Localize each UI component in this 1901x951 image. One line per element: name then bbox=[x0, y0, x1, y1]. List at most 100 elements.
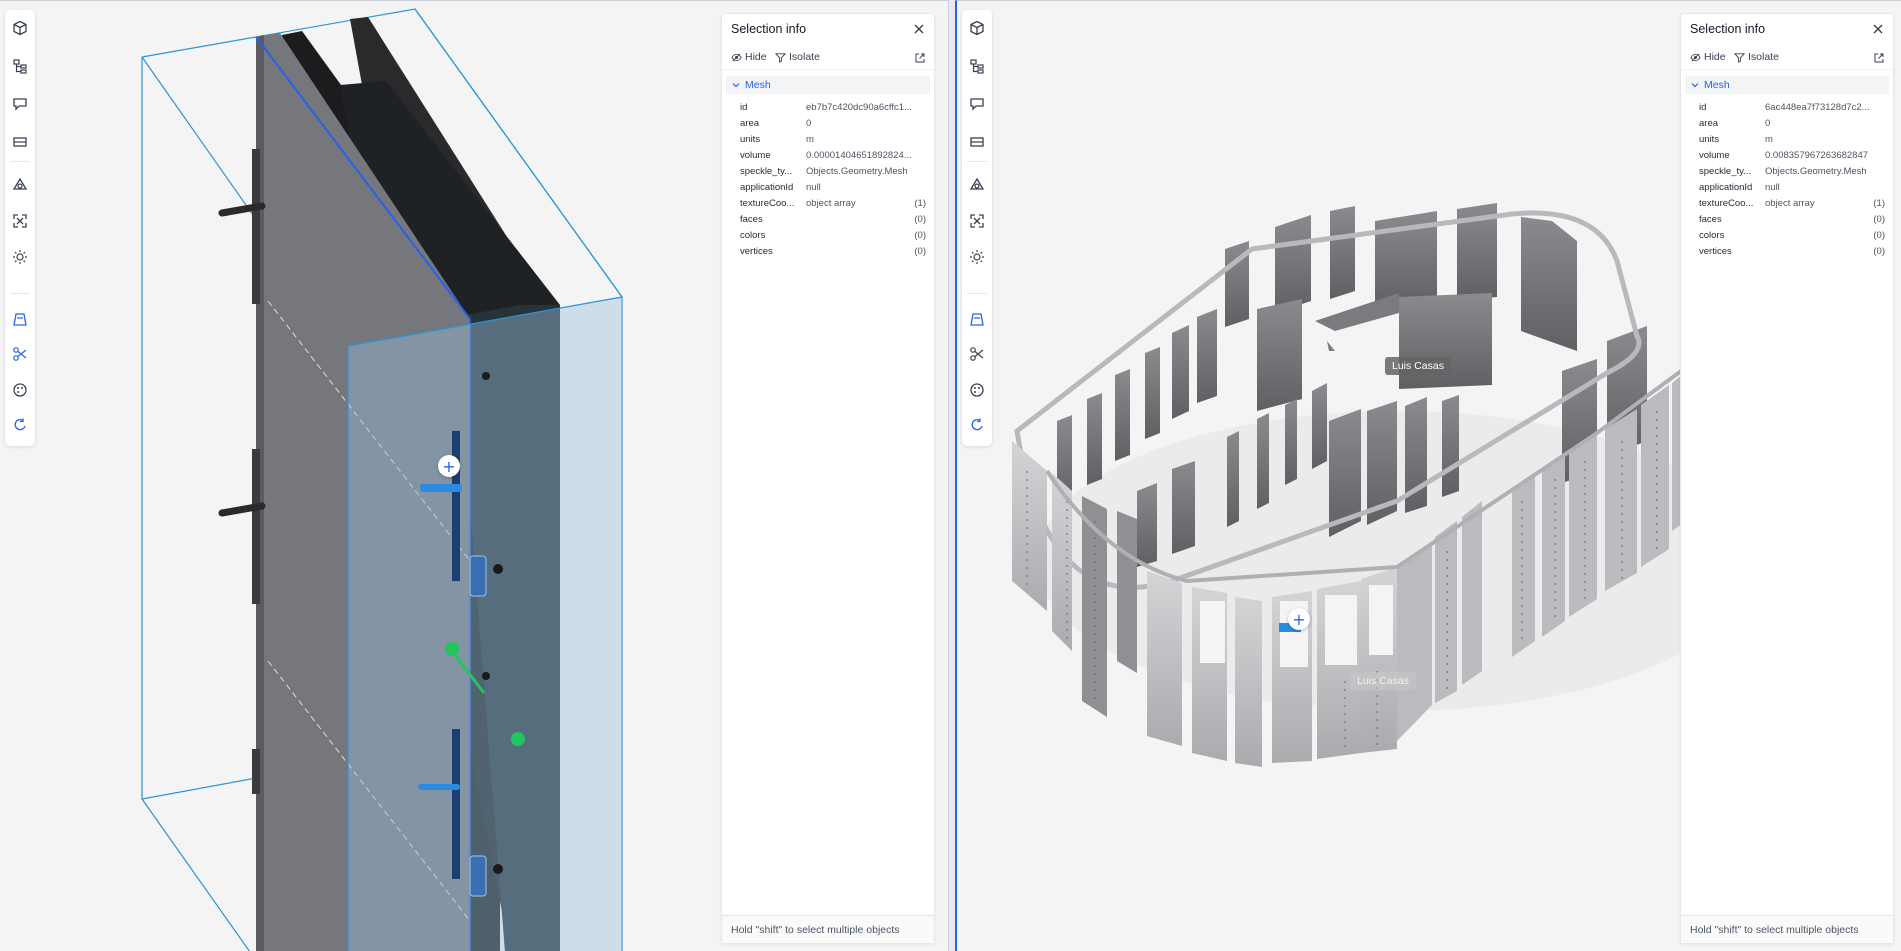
mesh-section-label: Mesh bbox=[1704, 79, 1730, 91]
property-row[interactable]: units m bbox=[1681, 132, 1893, 148]
property-value: 0.008357967263682847 bbox=[1765, 150, 1869, 161]
property-key: colors bbox=[740, 230, 766, 241]
property-row[interactable]: faces (0) bbox=[1681, 212, 1893, 228]
pane-divider[interactable] bbox=[948, 0, 955, 951]
section-box-icon[interactable] bbox=[966, 308, 988, 330]
property-key: speckle_ty... bbox=[1699, 166, 1752, 177]
mesh-section-header[interactable]: Mesh bbox=[726, 76, 930, 94]
property-key: vertices bbox=[740, 246, 773, 257]
filter-palette-icon[interactable] bbox=[966, 379, 988, 401]
property-key: id bbox=[1699, 102, 1707, 113]
hide-button[interactable]: Hide bbox=[1690, 51, 1726, 63]
selection-footer-hint: Hold "shift" to select multiple objects bbox=[722, 915, 934, 943]
light-icon[interactable] bbox=[966, 246, 988, 268]
isolate-button[interactable]: Isolate bbox=[775, 51, 820, 63]
measure-icon[interactable] bbox=[966, 131, 988, 153]
property-row[interactable]: colors (0) bbox=[722, 228, 934, 244]
property-row[interactable]: units m bbox=[722, 132, 934, 148]
measure-icon[interactable] bbox=[9, 131, 31, 153]
property-key: textureCoo... bbox=[1699, 198, 1754, 209]
close-icon[interactable] bbox=[912, 22, 926, 36]
property-value: 6ac448ea7f73128d7c2... bbox=[1765, 102, 1870, 113]
isolate-button[interactable]: Isolate bbox=[1734, 51, 1779, 63]
property-row[interactable]: speckle_ty... Objects.Geometry.Mesh bbox=[722, 164, 934, 180]
property-row[interactable]: applicationId null bbox=[722, 180, 934, 196]
property-count: (0) bbox=[1873, 214, 1885, 225]
explorer-tree-icon[interactable] bbox=[966, 55, 988, 77]
left-viewer-pane: + Selection info Hide Isolate Mesh id eb… bbox=[0, 0, 948, 951]
property-row[interactable]: faces (0) bbox=[722, 212, 934, 228]
right-viewer-toolbar bbox=[962, 10, 992, 446]
property-value: null bbox=[806, 182, 821, 193]
property-value: object array bbox=[806, 198, 856, 209]
property-key: volume bbox=[1699, 150, 1730, 161]
filter-palette-icon[interactable] bbox=[9, 379, 31, 401]
property-count: (0) bbox=[914, 246, 926, 257]
property-value: null bbox=[1765, 182, 1780, 193]
property-row[interactable]: colors (0) bbox=[1681, 228, 1893, 244]
view-modes-icon[interactable] bbox=[966, 174, 988, 196]
hide-label: Hide bbox=[745, 51, 767, 63]
property-key: colors bbox=[1699, 230, 1725, 241]
zoom-extents-icon[interactable] bbox=[966, 210, 988, 232]
reset-icon[interactable] bbox=[9, 414, 31, 436]
property-value: Objects.Geometry.Mesh bbox=[806, 166, 908, 177]
property-row[interactable]: applicationId null bbox=[1681, 180, 1893, 196]
remote-user-cursor-tag-ghost: Luis Casas bbox=[1350, 672, 1416, 690]
property-value: 0 bbox=[1765, 118, 1771, 129]
discussions-icon[interactable] bbox=[966, 93, 988, 115]
property-count: (1) bbox=[914, 198, 926, 209]
scissors-icon[interactable] bbox=[9, 343, 31, 365]
open-external-icon[interactable] bbox=[914, 52, 926, 64]
add-comment-button[interactable]: + bbox=[438, 455, 460, 477]
selection-info-panel: Selection info Hide Isolate Mesh id eb7b7… bbox=[721, 13, 935, 944]
hide-label: Hide bbox=[1704, 51, 1726, 63]
property-row[interactable]: area 0 bbox=[722, 116, 934, 132]
property-key: area bbox=[1699, 118, 1719, 129]
property-key: vertices bbox=[1699, 246, 1732, 257]
property-count: (0) bbox=[914, 230, 926, 241]
property-value: 0 bbox=[806, 118, 812, 129]
property-row[interactable]: id 6ac448ea7f73128d7c2... bbox=[1681, 100, 1893, 116]
zoom-extents-icon[interactable] bbox=[9, 210, 31, 232]
hide-button[interactable]: Hide bbox=[731, 51, 767, 63]
models-icon[interactable] bbox=[9, 17, 31, 39]
property-row[interactable]: speckle_ty... Objects.Geometry.Mesh bbox=[1681, 164, 1893, 180]
close-icon[interactable] bbox=[1871, 22, 1885, 36]
remote-user-cursor-tag: Luis Casas bbox=[1385, 357, 1451, 375]
property-row[interactable]: volume 0.008357967263682847 bbox=[1681, 148, 1893, 164]
section-box-icon[interactable] bbox=[9, 308, 31, 330]
property-key: units bbox=[1699, 134, 1720, 145]
discussions-icon[interactable] bbox=[9, 93, 31, 115]
chevron-down-icon bbox=[732, 83, 740, 88]
selection-actions: Hide Isolate bbox=[722, 48, 934, 70]
mesh-section-label: Mesh bbox=[745, 79, 771, 91]
open-external-icon[interactable] bbox=[1873, 52, 1885, 64]
scissors-icon[interactable] bbox=[966, 343, 988, 365]
mesh-section-header[interactable]: Mesh bbox=[1685, 76, 1889, 94]
left-viewer-toolbar bbox=[5, 10, 35, 446]
property-value: m bbox=[806, 134, 814, 145]
property-row[interactable]: area 0 bbox=[1681, 116, 1893, 132]
property-count: (0) bbox=[914, 214, 926, 225]
filter-icon bbox=[1734, 52, 1745, 63]
light-icon[interactable] bbox=[9, 246, 31, 268]
property-row[interactable]: volume 0.00001404651892824... bbox=[722, 148, 934, 164]
reset-icon[interactable] bbox=[966, 414, 988, 436]
property-row[interactable]: textureCoo... object array (1) bbox=[722, 196, 934, 212]
property-row[interactable]: id eb7b7c420dc90a6cffc1... bbox=[722, 100, 934, 116]
selection-info-panel: Selection info Hide Isolate Mesh id 6ac44… bbox=[1680, 13, 1894, 944]
right-viewer-pane: Luis Casas Luis Casas + Selection info H… bbox=[955, 0, 1901, 951]
property-row[interactable]: textureCoo... object array (1) bbox=[1681, 196, 1893, 212]
property-value: 0.00001404651892824... bbox=[806, 150, 912, 161]
property-key: speckle_ty... bbox=[740, 166, 793, 177]
explorer-tree-icon[interactable] bbox=[9, 55, 31, 77]
models-icon[interactable] bbox=[966, 17, 988, 39]
property-key: units bbox=[740, 134, 761, 145]
property-row[interactable]: vertices (0) bbox=[722, 244, 934, 260]
property-row[interactable]: vertices (0) bbox=[1681, 244, 1893, 260]
add-comment-button[interactable]: + bbox=[1288, 608, 1310, 630]
property-key: volume bbox=[740, 150, 771, 161]
property-value: m bbox=[1765, 134, 1773, 145]
view-modes-icon[interactable] bbox=[9, 174, 31, 196]
